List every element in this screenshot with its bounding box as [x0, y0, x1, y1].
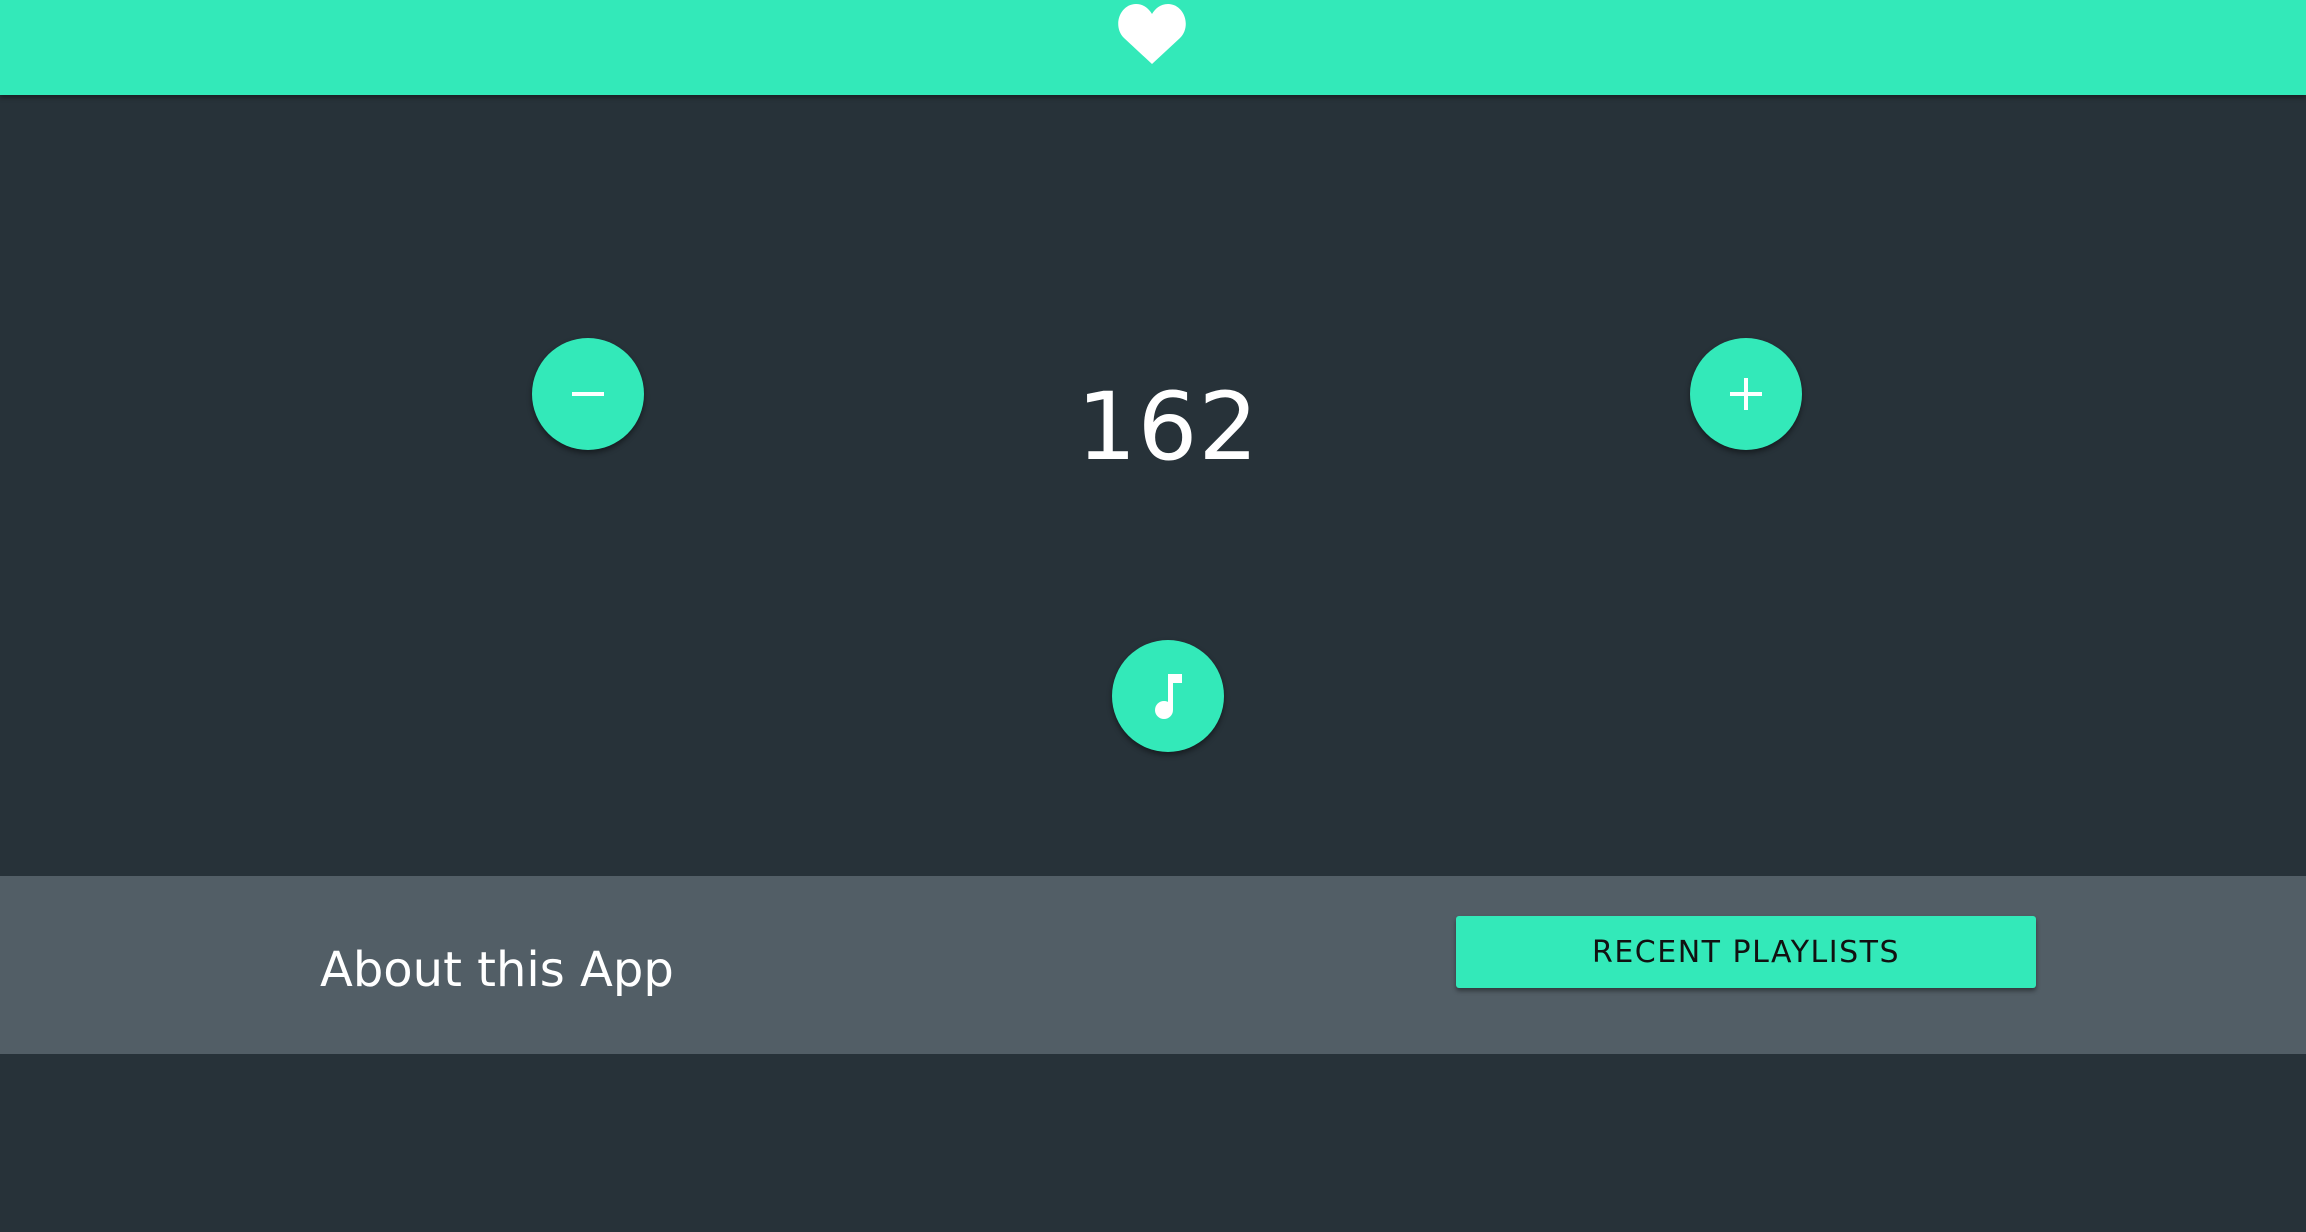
- recent-playlists-button[interactable]: RECENT PLAYLISTS: [1456, 916, 2036, 988]
- tempo-value: 162: [1076, 373, 1260, 482]
- top-app-bar: [0, 0, 2306, 95]
- plus-icon: [1730, 378, 1762, 410]
- about-app-link[interactable]: About this App: [320, 940, 674, 1000]
- play-music-button[interactable]: [1112, 640, 1224, 752]
- minus-icon: [572, 392, 604, 396]
- increase-tempo-button[interactable]: [1690, 338, 1802, 450]
- recent-playlists-label: RECENT PLAYLISTS: [1592, 934, 1900, 970]
- app-screen: 162 About this App RECENT PLAYLISTS: [0, 0, 2306, 1232]
- heart-icon: [1118, 4, 1186, 64]
- music-note-icon: [1155, 674, 1182, 719]
- decrease-tempo-button[interactable]: [532, 338, 644, 450]
- footer-bar: About this App RECENT PLAYLISTS: [0, 876, 2306, 1054]
